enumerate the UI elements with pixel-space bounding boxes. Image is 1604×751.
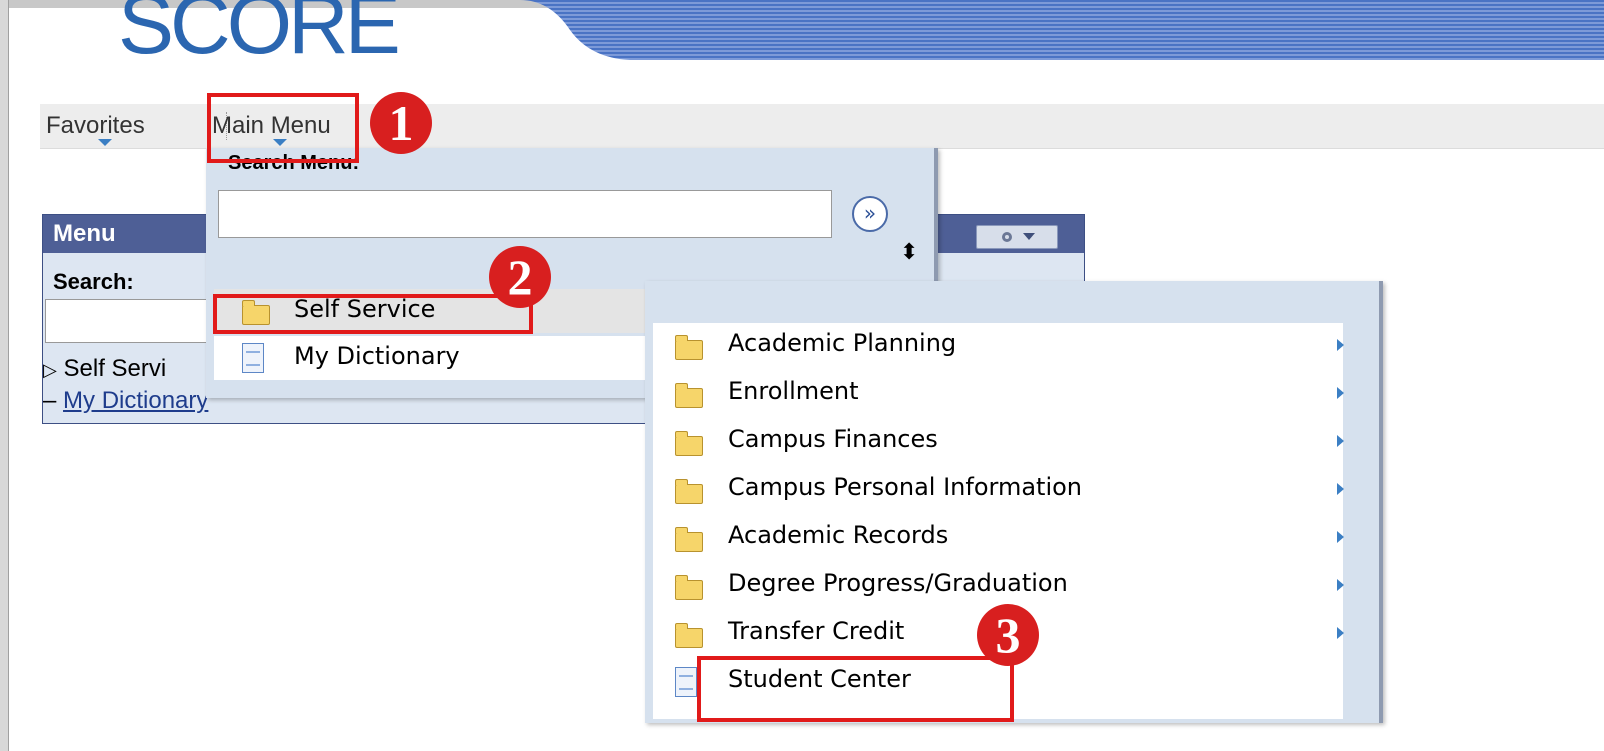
- score-logo: SCORE: [118, 0, 401, 71]
- submenu-arrow-icon: [1337, 483, 1344, 495]
- submenu-item-campus-finances[interactable]: Campus Finances: [653, 419, 1344, 467]
- folder-icon: [675, 383, 703, 408]
- menu-item-my-dictionary[interactable]: My Dictionary: [214, 336, 648, 380]
- menu-tree-my-dictionary[interactable]: – My Dictionary: [43, 387, 208, 415]
- submenu-item-academic-records[interactable]: Academic Records: [653, 515, 1344, 563]
- folder-icon: [675, 335, 703, 360]
- menu-tree-my-dictionary-label[interactable]: My Dictionary: [63, 387, 208, 414]
- submenu-arrow-icon: [1337, 435, 1344, 447]
- folder-icon: [675, 527, 703, 552]
- submenu-item-academic-planning[interactable]: Academic Planning: [653, 323, 1344, 371]
- pagelet-options-button[interactable]: [976, 225, 1058, 249]
- submenu-item-label: Academic Records: [728, 521, 949, 549]
- folder-icon: [675, 575, 703, 600]
- submenu-item-campus-personal-information[interactable]: Campus Personal Information: [653, 467, 1344, 515]
- submenu-item-label: Campus Finances: [728, 425, 938, 453]
- expand-triangle-icon: ▷: [43, 360, 57, 380]
- header-banner: [520, 0, 1604, 60]
- menu-tree-self-service[interactable]: ▷ Self Servi: [43, 355, 166, 383]
- gear-icon: [1002, 232, 1035, 242]
- step-1-badge: 1: [370, 92, 432, 154]
- submenu-item-label: Degree Progress/Graduation: [728, 569, 1068, 597]
- menu-tree-self-service-label: Self Servi: [63, 355, 167, 382]
- sort-icon[interactable]: ⬍: [900, 240, 918, 265]
- menu-pagelet-title: Menu: [53, 220, 116, 247]
- document-icon: [242, 343, 264, 373]
- submenu-item-enrollment[interactable]: Enrollment: [653, 371, 1344, 419]
- submenu-item-label: Transfer Credit: [728, 617, 905, 645]
- favorites-dropdown-icon: [98, 139, 112, 146]
- folder-icon: [675, 623, 703, 648]
- folder-icon: [675, 431, 703, 456]
- search-go-button[interactable]: »: [852, 196, 888, 232]
- document-icon: [675, 667, 697, 697]
- search-menu-input[interactable]: [218, 190, 832, 238]
- submenu-arrow-icon: [1337, 387, 1344, 399]
- favorites-label: Favorites: [46, 112, 145, 139]
- menu-search-label: Search:: [53, 269, 134, 294]
- submenu-item-degree-progress[interactable]: Degree Progress/Graduation: [653, 563, 1344, 611]
- menu-item-my-dictionary-label: My Dictionary: [294, 342, 460, 370]
- step-2-highlight: [213, 294, 533, 334]
- double-chevron-right-icon: »: [863, 201, 877, 225]
- submenu-item-label: Enrollment: [728, 377, 859, 405]
- tree-dash-icon: –: [43, 387, 57, 414]
- step-3-highlight: [697, 656, 1014, 722]
- submenu-item-label: Campus Personal Information: [728, 473, 1082, 501]
- step-1-highlight: [207, 93, 359, 163]
- step-3-badge: 3: [977, 604, 1039, 666]
- submenu-item-label: Academic Planning: [728, 329, 957, 357]
- submenu-arrow-icon: [1337, 339, 1344, 351]
- submenu-arrow-icon: [1337, 627, 1344, 639]
- submenu-arrow-icon: [1337, 531, 1344, 543]
- favorites-menu[interactable]: Favorites: [46, 112, 145, 140]
- window-frame-left: [0, 0, 9, 751]
- step-2-badge: 2: [489, 246, 551, 308]
- submenu-arrow-icon: [1337, 579, 1344, 591]
- folder-icon: [675, 479, 703, 504]
